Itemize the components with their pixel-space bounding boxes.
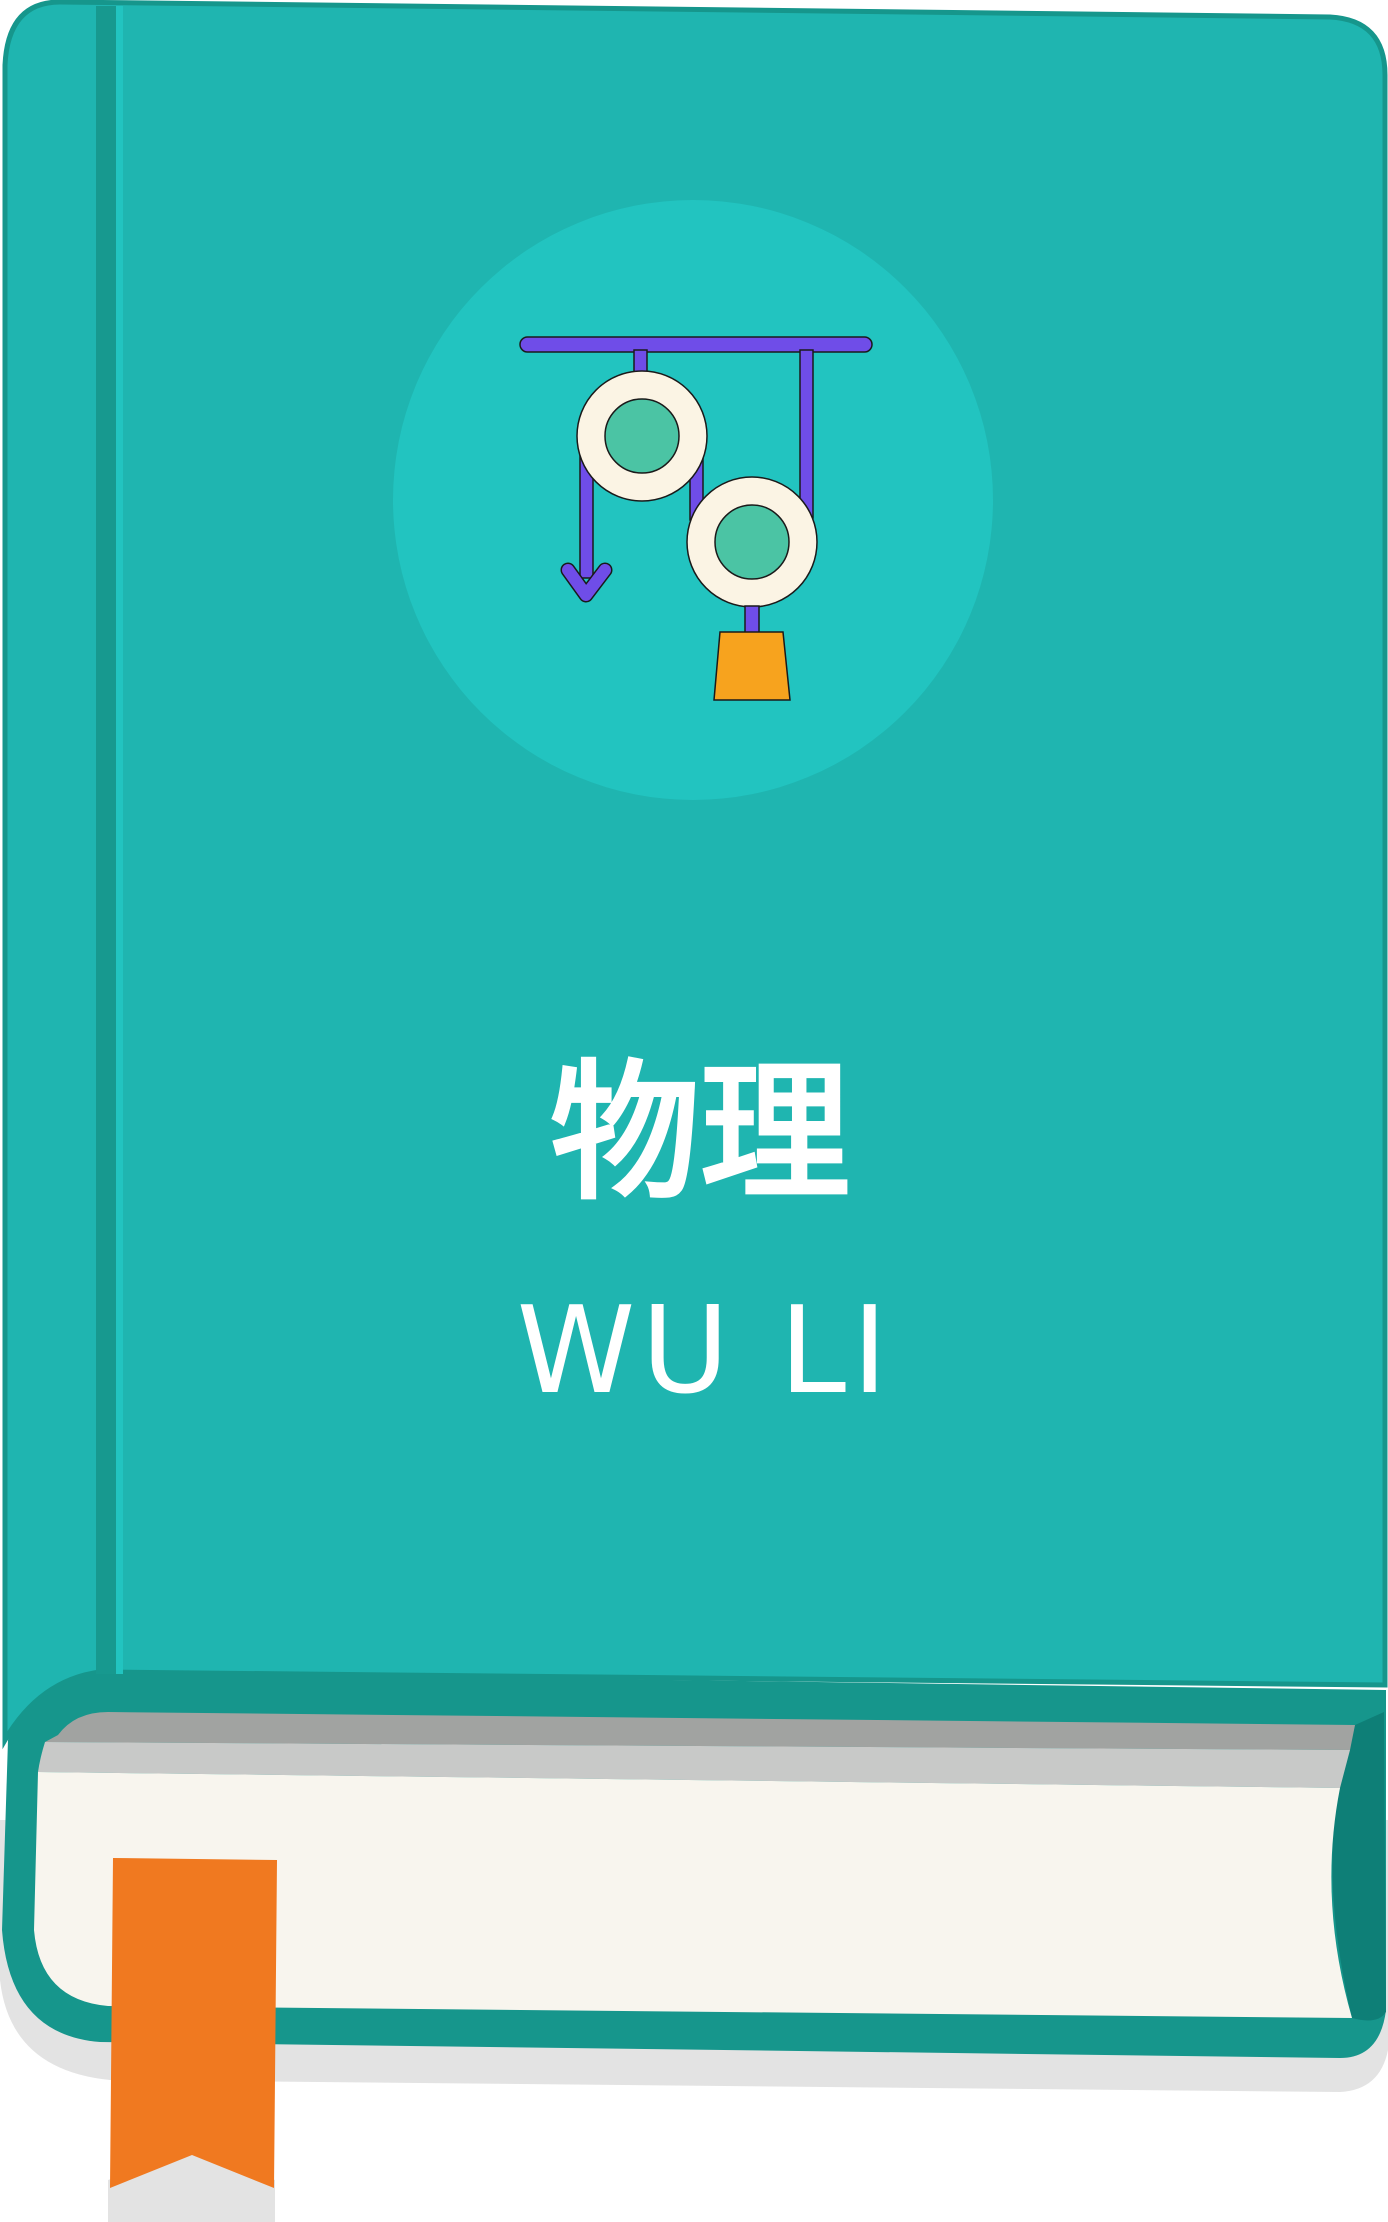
- book-spine-highlight: [116, 6, 123, 1674]
- book-subtitle: WU LI: [517, 1282, 894, 1421]
- book-spine: [96, 6, 116, 1674]
- book-illustration: 物理 WU LI: [0, 0, 1388, 2222]
- book-title: 物理: [550, 1047, 850, 1221]
- bookmark-ribbon[interactable]: [110, 1858, 277, 2188]
